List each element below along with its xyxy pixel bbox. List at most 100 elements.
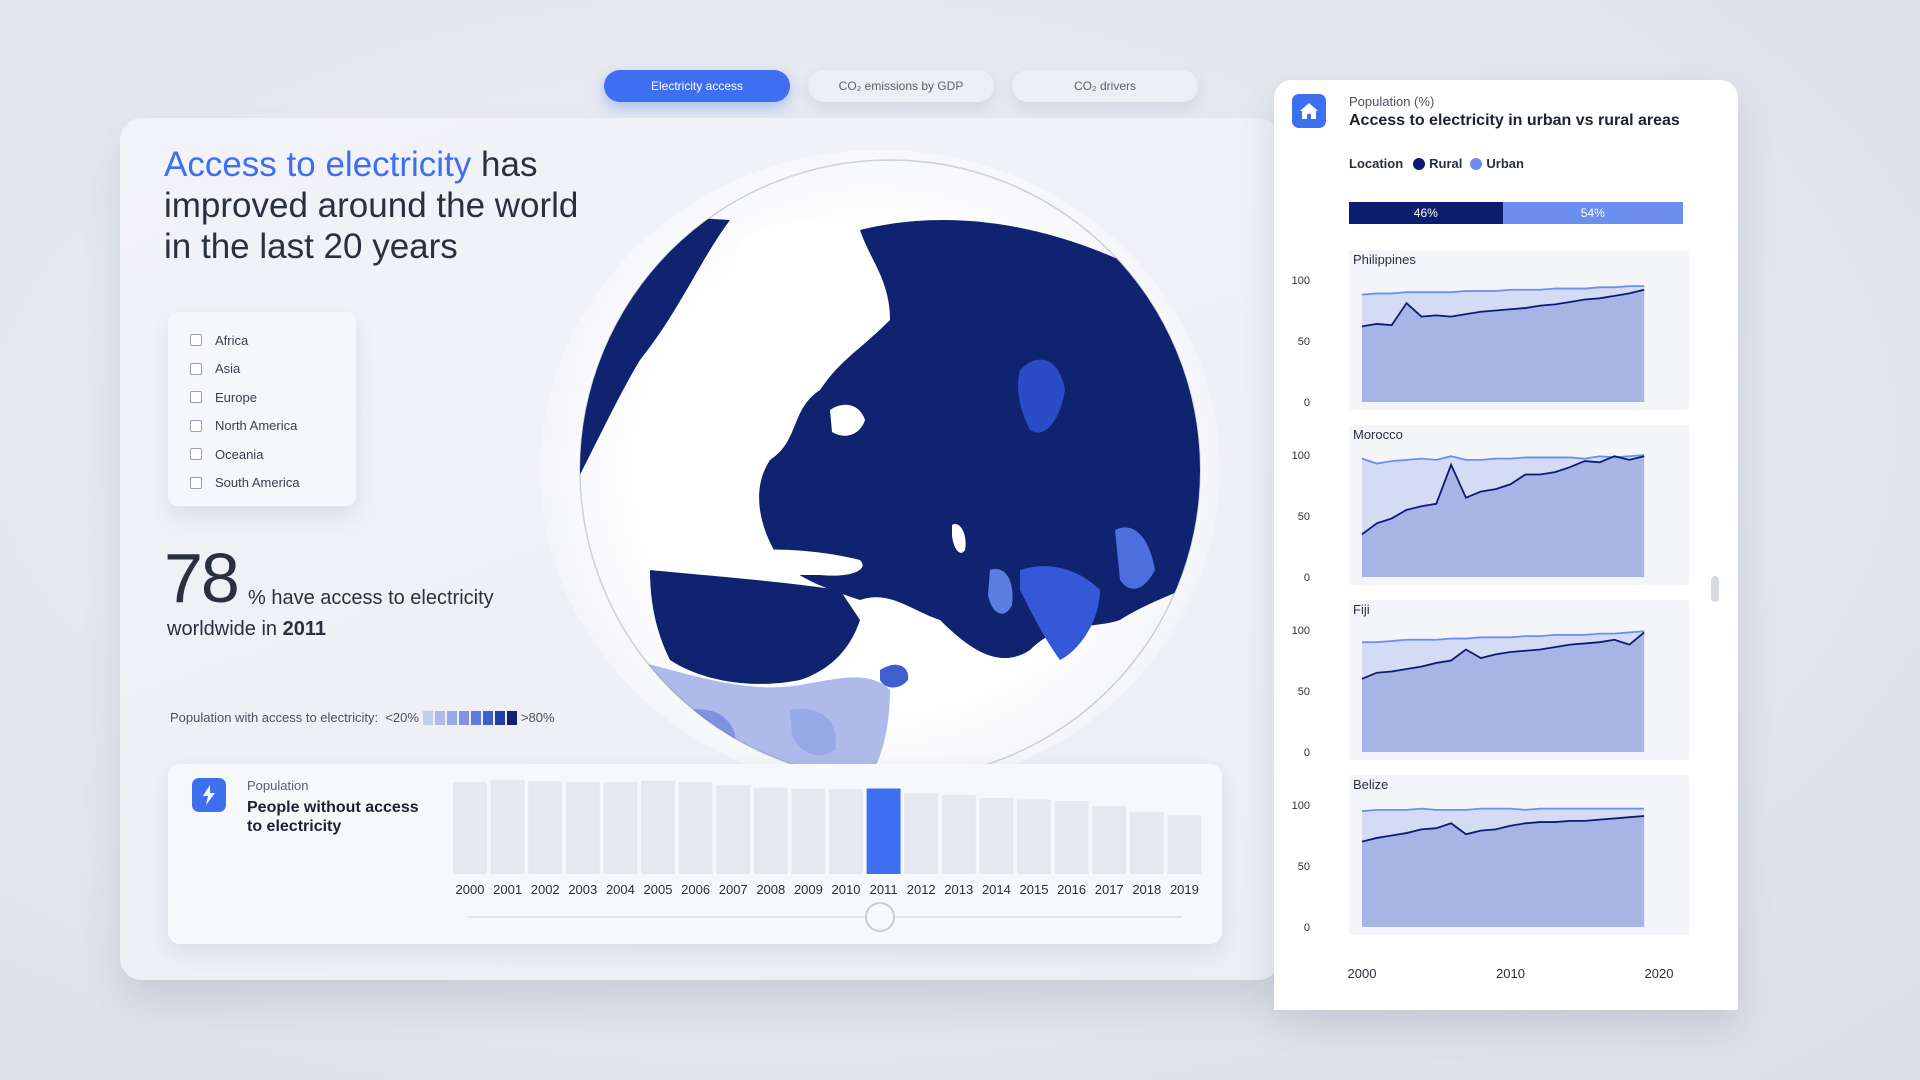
bar-2019[interactable] — [1167, 815, 1202, 874]
people-without-access-card: Population People without access to elec… — [168, 764, 1222, 944]
bar-label-2012: 2012 — [907, 882, 936, 897]
y-tick-label: 50 — [1298, 686, 1310, 698]
legend-high: >80% — [520, 710, 555, 725]
bar-label-2018: 2018 — [1132, 882, 1161, 897]
filter-label: Europe — [215, 389, 257, 405]
bar-label-2015: 2015 — [1020, 882, 1049, 897]
bar-2010[interactable] — [829, 789, 863, 874]
filter-europe[interactable]: Europe — [190, 383, 356, 412]
filter-label: Asia — [215, 361, 241, 377]
bar-2016[interactable] — [1054, 801, 1089, 874]
bar-label-2019: 2019 — [1170, 882, 1199, 897]
country-name: Fiji — [1353, 602, 1370, 617]
stat-line2: worldwide in 2011 — [167, 618, 326, 641]
bar-2002[interactable] — [528, 781, 563, 874]
bar-label-2007: 2007 — [719, 882, 748, 897]
y-tick-label: 50 — [1298, 336, 1310, 348]
tab-co2-drivers[interactable]: CO₂ drivers — [1012, 70, 1198, 102]
legend-low: <20% — [385, 710, 419, 725]
bar-2018[interactable] — [1129, 812, 1164, 874]
bar-2007[interactable] — [716, 785, 751, 874]
filter-label: Africa — [215, 332, 249, 348]
y-tick-label: 100 — [1292, 625, 1310, 637]
y-tick-label: 50 — [1298, 861, 1310, 873]
filter-oceania[interactable]: Oceania — [190, 440, 356, 469]
sea-red — [855, 605, 890, 660]
filter-asia[interactable]: Asia — [190, 355, 356, 384]
year-slider-track[interactable] — [468, 916, 1182, 918]
filter-africa[interactable]: Africa — [190, 326, 356, 355]
legend-swatches — [422, 710, 517, 725]
legend-swatch — [482, 710, 493, 725]
bar-2009[interactable] — [791, 788, 826, 875]
y-tick-label: 0 — [1304, 922, 1310, 934]
bar-2001[interactable] — [490, 779, 525, 874]
bar-2004[interactable] — [603, 782, 638, 874]
y-tick-label: 100 — [1292, 450, 1310, 462]
bar-label-2001: 2001 — [493, 882, 522, 897]
bar-label-2009: 2009 — [794, 882, 823, 897]
filter-label: South America — [215, 475, 300, 491]
bar-2012[interactable] — [904, 793, 939, 874]
color-legend: Population with access to electricity: <… — [170, 710, 555, 725]
stat-year: 2011 — [282, 618, 326, 640]
bar-2008[interactable] — [753, 787, 788, 874]
bar-label-2010: 2010 — [832, 882, 861, 897]
legend-swatch — [494, 710, 505, 725]
region-filter: Africa Asia Europe North America Oceania… — [168, 312, 356, 506]
legend-swatch — [446, 710, 457, 725]
country-name: Belize — [1353, 777, 1388, 792]
legend-swatch — [422, 710, 433, 725]
checkbox[interactable] — [190, 391, 202, 404]
country-name: Morocco — [1353, 427, 1403, 442]
urban-rural-panel: Population (%) Access to electricity in … — [1274, 80, 1738, 1010]
headline-accent: Access to electricity — [164, 145, 472, 184]
stat-line1: % have access to electricity — [248, 587, 494, 609]
bar-2005[interactable] — [641, 780, 675, 874]
bar-label-2013: 2013 — [944, 882, 973, 897]
tab-electricity-access[interactable]: Electricity access — [604, 70, 790, 102]
bar-2015[interactable] — [1017, 799, 1051, 874]
bar-2011[interactable] — [866, 788, 901, 875]
country-name: Philippines — [1353, 252, 1416, 267]
checkbox[interactable] — [190, 334, 202, 347]
bar-2017[interactable] — [1092, 805, 1127, 874]
year-slider-handle[interactable] — [865, 902, 895, 932]
checkbox[interactable] — [190, 448, 202, 461]
bar-2000[interactable] — [453, 782, 487, 874]
filter-south-america[interactable]: South America — [190, 469, 356, 498]
bar-2006[interactable] — [678, 782, 713, 874]
checkbox[interactable] — [190, 476, 202, 489]
globe-map[interactable] — [560, 150, 1220, 790]
bar-label-2008: 2008 — [756, 882, 785, 897]
legend-swatch — [458, 710, 469, 725]
checkbox[interactable] — [190, 362, 202, 375]
panel-scrollbar[interactable] — [1711, 576, 1719, 602]
page-headline: Access to electricity has improved aroun… — [164, 144, 604, 267]
bar-label-2016: 2016 — [1057, 882, 1086, 897]
bar-2013[interactable] — [941, 794, 976, 874]
region-north-america[interactable] — [560, 210, 730, 510]
bar-label-2014: 2014 — [982, 882, 1011, 897]
filter-label: North America — [215, 418, 298, 434]
filter-north-america[interactable]: North America — [190, 412, 356, 441]
y-tick-label: 100 — [1292, 275, 1310, 287]
bar-label-2000: 2000 — [456, 882, 485, 897]
checkbox[interactable] — [190, 419, 202, 432]
bar-label-2011: 2011 — [870, 882, 898, 897]
tab-co2-emissions-by-gdp[interactable]: CO₂ emissions by GDP — [808, 70, 994, 102]
filter-label: Oceania — [215, 446, 264, 462]
bar-2003[interactable] — [565, 782, 600, 874]
bar-label-2003: 2003 — [568, 882, 597, 897]
legend-swatch — [470, 710, 481, 725]
y-tick-label: 100 — [1292, 800, 1310, 812]
bar-label-2004: 2004 — [606, 882, 635, 897]
x-tick-label: 2000 — [1348, 966, 1377, 981]
bar-2014[interactable] — [979, 798, 1014, 874]
country-area-charts[interactable]: Philippines 100 50 0 Morocco 100 50 0 Fiji 100 50 0… — [1274, 80, 1738, 1010]
bar-label-2006: 2006 — [681, 882, 710, 897]
y-tick-label: 50 — [1298, 511, 1310, 523]
legend-label: Population with access to electricity: — [170, 710, 379, 725]
y-tick-label: 0 — [1304, 747, 1310, 759]
region-arabia-south[interactable] — [880, 664, 909, 688]
